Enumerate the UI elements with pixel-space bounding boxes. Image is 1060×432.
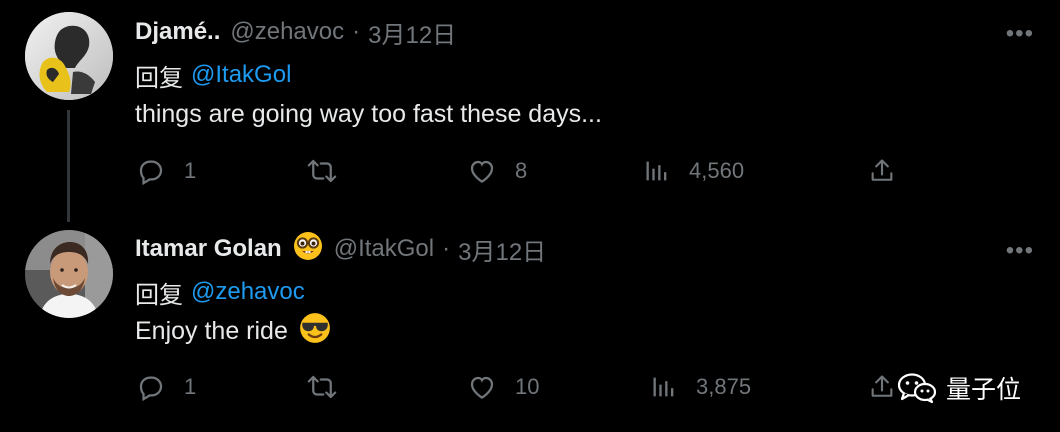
tweet-header: Itamar Golan @ItakGol · 3月12日 (135, 231, 546, 267)
views-count: 3,875 (696, 374, 752, 399)
reply-context: 回复 @zehavoc (135, 275, 305, 309)
share-icon (871, 159, 893, 181)
tweet-1: Djamé.. @zehavoc · 3月12日 ••• 回复 @ItakGol… (0, 0, 1060, 222)
reply-prefix: 回复 (135, 64, 183, 92)
reply-button[interactable]: 1 (136, 156, 196, 186)
reply-count: 1 (184, 374, 197, 399)
reply-icon (139, 376, 163, 402)
reply-context: 回复 @ItakGol (135, 58, 291, 92)
reply-prefix: 回复 (135, 281, 183, 309)
tweet-text: things are going way too fast these days… (135, 96, 602, 132)
retweet-icon (307, 375, 337, 399)
like-button[interactable]: 8 (467, 156, 527, 186)
wechat-icon (897, 373, 937, 404)
more-options-icon[interactable]: ••• (1006, 237, 1034, 265)
views-chart-icon (653, 377, 674, 397)
reply-mention-link[interactable]: @zehavoc (191, 278, 305, 306)
tweet-text-content: things are going way too fast these days… (135, 99, 602, 128)
views-button[interactable]: 3,875 (650, 372, 751, 402)
reply-button[interactable]: 1 (136, 372, 196, 402)
retweet-button[interactable] (304, 372, 358, 402)
like-count: 8 (515, 158, 528, 183)
author-handle[interactable]: @ItakGol (334, 235, 434, 263)
tweet-header: Djamé.. @zehavoc · 3月12日 (135, 14, 456, 50)
reply-count: 1 (184, 158, 197, 183)
watermark-text: 量子位 (946, 375, 1022, 404)
views-chart-icon (646, 161, 667, 181)
retweet-icon (307, 159, 337, 183)
sunglasses-emoji-icon (298, 311, 332, 352)
share-button[interactable] (868, 372, 896, 402)
watermark: 量子位 (896, 370, 1021, 406)
like-count: 10 (515, 374, 540, 399)
separator-dot: · (442, 235, 451, 262)
views-button[interactable]: 4,560 (643, 156, 744, 186)
nerd-face-emoji-icon (292, 230, 324, 269)
share-icon (871, 375, 893, 397)
heart-icon (470, 376, 494, 399)
separator-dot: · (352, 18, 361, 45)
tweet-text-content: Enjoy the ride (135, 316, 288, 345)
author-name[interactable]: Itamar Golan (135, 235, 282, 263)
heart-icon (470, 160, 494, 183)
author-name[interactable]: Djamé.. (135, 18, 220, 46)
tweet-date[interactable]: 3月12日 (368, 15, 456, 50)
action-bar: 1 8 4,560 (0, 152, 1060, 192)
share-button[interactable] (868, 156, 896, 186)
views-count: 4,560 (689, 158, 745, 183)
reply-mention-link[interactable]: @ItakGol (191, 61, 291, 89)
avatar-itakgol[interactable] (25, 230, 113, 318)
avatar-zehavoc[interactable] (25, 12, 113, 100)
tweet-text: Enjoy the ride (135, 311, 332, 352)
more-options-icon[interactable]: ••• (1006, 20, 1034, 48)
like-button[interactable]: 10 (467, 372, 539, 402)
tweet-date[interactable]: 3月12日 (458, 232, 546, 267)
author-handle[interactable]: @zehavoc (230, 18, 344, 46)
reply-icon (139, 160, 163, 186)
retweet-button[interactable] (304, 156, 358, 186)
